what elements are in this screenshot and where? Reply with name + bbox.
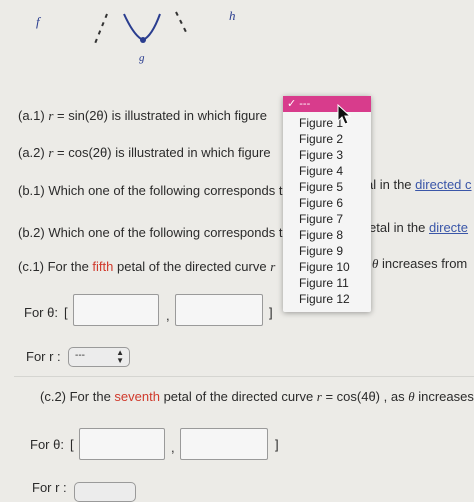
graph-label-h: h [229,8,236,23]
c2-for-r-label: For r : [32,480,67,495]
dropdown-option[interactable]: Figure 9 [299,244,343,258]
question-a2-text: is illustrated in which figure [115,145,271,160]
c1-theta-end-input[interactable] [175,294,263,326]
dropdown-option[interactable]: Figure 6 [299,196,343,210]
question-c2-text-d: increases f [418,389,474,404]
c2-r-select[interactable] [74,482,136,502]
c1-close-bracket: ] [269,305,273,320]
question-b1-right: al in the directed c [366,177,472,192]
c2-for-theta-label: For θ: [30,437,64,452]
c1-theta-start-input[interactable] [73,294,159,326]
question-c1-text-a: (c.1) For the [18,259,93,274]
question-c2-ordinal: seventh [114,389,160,404]
mouse-cursor-icon [337,104,352,125]
dropdown-option[interactable]: Figure 11 [299,276,349,290]
dropdown-option[interactable]: Figure 8 [299,228,343,242]
dropdown-option[interactable]: Figure 4 [299,164,343,178]
graph-origin-dot [140,37,146,43]
graph-label-g: g [139,52,145,64]
c1-open-bracket: [ [64,305,68,320]
question-c2-text-c: , as [380,389,409,404]
question-a1-label: (a.1) [18,108,45,123]
graph-curve-g [123,13,161,42]
c1-comma: , [166,308,170,323]
question-c2: (c.2) For the seventh petal of the direc… [40,389,474,405]
dropdown-selected-option[interactable]: ✓ --- [283,96,371,112]
c2-comma: , [171,440,175,455]
dropdown-option[interactable]: Figure 5 [299,180,343,194]
question-c1: (c.1) For the fifth petal of the directe… [18,259,275,275]
c2-theta-end-input[interactable] [180,428,268,460]
question-b2-right: etal in the directe [369,220,468,235]
c1-r-select-value: --- [75,350,85,361]
dropdown-selected-text: ✓ --- [287,98,311,110]
question-c1-var: r [270,259,276,274]
c1-r-select[interactable]: --- ▲ ▼ [68,347,130,367]
question-c1-text-right: increases from [378,256,468,271]
graph-dashed-lines [93,11,187,47]
question-b2-text-right: etal in the [369,220,429,235]
question-a2-eq: = cos(2θ) [57,145,112,160]
question-c2-text-b: petal of the directed curve [159,389,317,404]
chevron-updown-icon: ▲ ▼ [116,348,124,365]
c2-close-bracket: ] [275,437,279,452]
c1-for-r-label: For r : [26,349,61,364]
section-divider [14,376,474,377]
question-b1-text-right: al in the [366,177,416,192]
question-c1-right: θ increases from [372,256,467,272]
dropdown-option[interactable]: Figure 10 [299,260,350,274]
question-b1: (b.1) Which one of the following corresp… [18,183,283,198]
question-c1-text-b: petal of the directed curve [113,259,271,274]
c2-theta-start-input[interactable] [79,428,165,460]
dropdown-option[interactable]: Figure 3 [299,148,343,162]
question-c2-text-a: (c.2) For the [40,389,115,404]
question-a1-text: is illustrated in which figure [111,108,267,123]
question-a1-eq: = sin(2θ) [57,108,108,123]
polar-graph-fragment [93,11,187,47]
question-a1: (a.1) r = sin(2θ) is illustrated in whic… [18,108,267,124]
dropdown-option[interactable]: Figure 2 [299,132,343,146]
question-a2-var: r [48,145,54,160]
directed-link-b2[interactable]: directe [429,220,468,235]
question-a2-label: (a.2) [18,145,45,160]
dropdown-option[interactable]: Figure 7 [299,212,343,226]
directed-link-b1[interactable]: directed c [415,177,471,192]
graph-label-f: f [36,14,40,29]
question-a2: (a.2) r = cos(2θ) is illustrated in whic… [18,145,271,161]
question-c1-ordinal: fifth [92,259,114,274]
question-a1-var: r [48,108,54,123]
c2-open-bracket: [ [70,437,74,452]
c1-for-theta-label: For θ: [24,305,58,320]
dropdown-option[interactable]: Figure 12 [299,292,350,306]
figure-dropdown-menu[interactable]: ✓ --- Figure 1 Figure 2 Figure 3 Figure … [283,96,371,312]
question-c2-eq: = cos(4θ) [321,389,381,404]
question-b2: (b.2) Which one of the following corresp… [18,225,283,240]
